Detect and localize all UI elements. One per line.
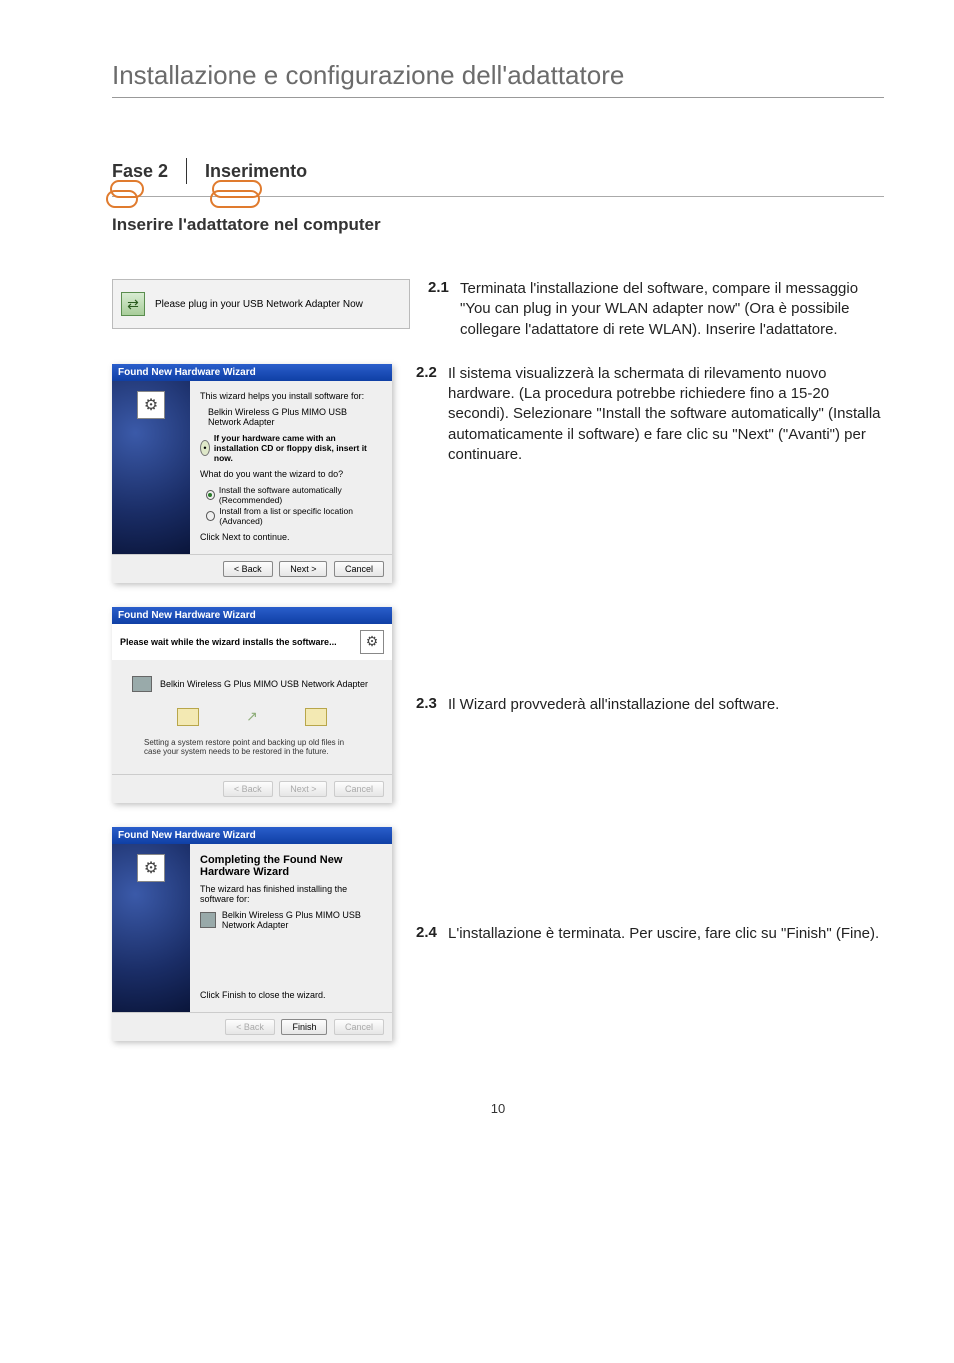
cd-tip-text: If your hardware came with an installati…: [214, 433, 382, 463]
folder-to-icon: [305, 708, 327, 726]
wizard-complete-heading: Completing the Found New Hardware Wizard: [200, 854, 382, 878]
progress-graphic: ↗: [177, 708, 327, 726]
folder-from-icon: [177, 708, 199, 726]
step-text: Il sistema visualizzerà la schermata di …: [448, 364, 884, 465]
highlight-cancel: [210, 190, 260, 208]
hardware-icon: ⚙: [137, 391, 165, 419]
row-step-2-1: ⇄ Please plug in your USB Network Adapte…: [112, 279, 884, 340]
phase-row: Fase 2 Inserimento: [112, 158, 884, 190]
wizard-button-bar: < Back Finish Cancel: [112, 1012, 392, 1041]
wizard-titlebar: Found New Hardware Wizard: [112, 827, 392, 844]
cancel-button: Cancel: [334, 781, 384, 797]
arrow-icon: ↗: [246, 708, 258, 725]
phase-label: Fase 2: [112, 161, 186, 182]
device-icon: [132, 676, 152, 692]
row-step-2-2: Found New Hardware Wizard ⚙ This wizard …: [112, 364, 884, 583]
phase-rule: [112, 196, 884, 197]
wizard-complete-line: The wizard has finished installing the s…: [200, 884, 382, 904]
step-number: 2.4: [416, 924, 448, 944]
wizard-close-line: Click Finish to close the wizard.: [200, 990, 382, 1000]
radio-install-auto[interactable]: Install the software automatically (Reco…: [206, 485, 382, 505]
wizard-titlebar: Found New Hardware Wizard: [112, 607, 392, 624]
page-number: 10: [112, 1101, 884, 1116]
wizard-intro: This wizard helps you install software f…: [200, 391, 382, 401]
page-title: Installazione e configurazione dell'adat…: [112, 60, 884, 91]
step-number: 2.2: [416, 364, 448, 465]
finish-button[interactable]: Finish: [281, 1019, 327, 1035]
wizard-side-graphic: ⚙: [112, 381, 190, 554]
radio-icon: [206, 511, 215, 521]
cd-tip-icon: •: [200, 440, 210, 456]
step-number: 2.3: [416, 695, 448, 715]
device-name: Belkin Wireless G Plus MIMO USB Network …: [160, 679, 368, 689]
phase-name: Inserimento: [205, 161, 307, 182]
back-button[interactable]: < Back: [223, 561, 273, 577]
wizard-question: What do you want the wizard to do?: [200, 469, 382, 479]
highlight-back: [106, 190, 138, 208]
row-step-2-4: Found New Hardware Wizard ⚙ Completing t…: [112, 827, 884, 1041]
hardware-icon: ⚙: [360, 630, 384, 654]
restore-note: Setting a system restore point and backi…: [144, 738, 360, 756]
device-name: Belkin Wireless G Plus MIMO USB Network …: [222, 910, 382, 930]
subheading: Inserire l'adattatore nel computer: [112, 215, 884, 235]
wizard-button-bar: < Back Next > Cancel: [112, 774, 392, 803]
title-rule: [112, 97, 884, 98]
cancel-button[interactable]: Cancel: [334, 561, 384, 577]
radio-install-list[interactable]: Install from a list or specific location…: [206, 506, 382, 526]
plug-message-box: ⇄ Please plug in your USB Network Adapte…: [112, 279, 410, 329]
cancel-button: Cancel: [334, 1019, 384, 1035]
wizard-install-options: Found New Hardware Wizard ⚙ This wizard …: [112, 364, 392, 583]
wizard-side-graphic: ⚙: [112, 844, 190, 1012]
phase-separator: [186, 158, 187, 184]
back-button: < Back: [223, 781, 273, 797]
wizard-click-next: Click Next to continue.: [200, 532, 382, 542]
radio-label: Install from a list or specific location…: [219, 506, 382, 526]
wizard-titlebar: Found New Hardware Wizard: [112, 364, 392, 381]
wizard-button-bar: < Back Next > Cancel: [112, 554, 392, 583]
device-icon: [200, 912, 216, 928]
radio-label: Install the software automatically (Reco…: [219, 485, 382, 505]
next-button: Next >: [279, 781, 327, 797]
step-text: Il Wizard provvederà all'installazione d…: [448, 695, 779, 715]
row-step-2-3: Found New Hardware Wizard Please wait wh…: [112, 607, 884, 803]
step-number: 2.1: [428, 279, 460, 340]
step-text: Terminata l'installazione del software, …: [460, 279, 884, 340]
plug-message-text: Please plug in your USB Network Adapter …: [155, 299, 363, 310]
wizard-complete: Found New Hardware Wizard ⚙ Completing t…: [112, 827, 392, 1041]
wizard-strip-text: Please wait while the wizard installs th…: [120, 637, 337, 647]
plug-icon: ⇄: [121, 292, 145, 316]
hardware-icon: ⚙: [137, 854, 165, 882]
back-button: < Back: [225, 1019, 275, 1035]
wizard-device-name: Belkin Wireless G Plus MIMO USB Network …: [208, 407, 382, 427]
wizard-installing: Found New Hardware Wizard Please wait wh…: [112, 607, 392, 803]
next-button[interactable]: Next >: [279, 561, 327, 577]
step-text: L'installazione è terminata. Per uscire,…: [448, 924, 879, 944]
radio-icon: [206, 490, 215, 500]
